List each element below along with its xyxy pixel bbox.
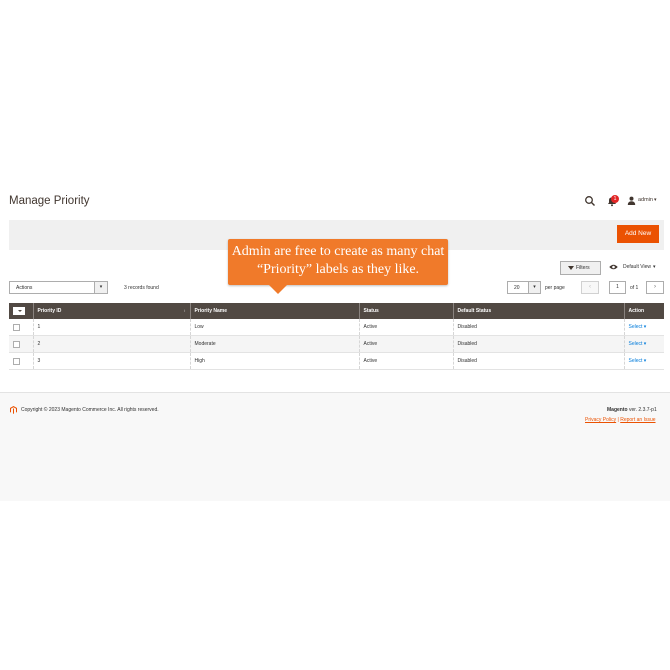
cell-priority-id: 2 <box>32 335 190 353</box>
copyright-text: Copyright © 2023 Magento Commerce Inc. A… <box>21 407 159 413</box>
actions-label: Actions <box>16 285 33 291</box>
callout-pointer <box>268 284 288 294</box>
cell-action[interactable]: Select ▾ <box>623 352 664 370</box>
row-checkbox[interactable] <box>13 357 20 365</box>
row-checkbox[interactable] <box>13 323 20 331</box>
chevron-down-icon[interactable]: ▾ <box>642 358 647 364</box>
callout-line-2: “Priority” labels as they like. <box>256 262 420 277</box>
version-text: ver. 2.3.7-p1 <box>627 407 657 413</box>
user-menu-caret-icon[interactable]: ▾ <box>654 197 657 203</box>
view-caret-icon[interactable]: ▾ <box>653 264 656 270</box>
cell-action[interactable]: Select ▾ <box>623 319 664 336</box>
row-checkbox[interactable] <box>13 340 20 348</box>
user-icon[interactable] <box>627 196 636 205</box>
filter-icon <box>568 265 574 270</box>
mass-select-icon[interactable] <box>13 307 25 315</box>
footer-link-separator: | <box>617 417 619 423</box>
privacy-policy-link[interactable]: Privacy Policy <box>585 417 616 423</box>
chevron-down-icon[interactable]: ▾ <box>94 282 107 293</box>
add-new-button[interactable]: Add New <box>617 225 659 243</box>
per-page-select[interactable]: 20 ▾ <box>507 281 541 294</box>
search-icon[interactable] <box>584 195 596 207</box>
row-action-select[interactable]: Select <box>629 341 643 347</box>
table-row[interactable]: 1 Low Active Disabled Select ▾ <box>9 319 664 336</box>
filters-button[interactable]: Filters <box>560 261 601 275</box>
footer-links: Privacy Policy | Report an Issue <box>585 417 656 423</box>
filters-label: Filters <box>576 265 590 271</box>
previous-page-button[interactable]: ‹ <box>581 281 599 294</box>
sort-icon[interactable]: ↕ <box>184 308 186 313</box>
eye-icon[interactable] <box>609 264 618 270</box>
cell-action[interactable]: Select ▾ <box>623 335 664 353</box>
current-page-input[interactable]: 1 <box>609 281 626 294</box>
per-page-chevron-icon[interactable]: ▾ <box>528 282 540 293</box>
column-header-default-status[interactable]: Default Status <box>452 303 624 319</box>
column-header-status[interactable]: Status <box>358 303 453 319</box>
annotation-callout: Admin are free to create as many chat “P… <box>228 239 448 285</box>
table-row[interactable]: 3 High Active Disabled Select ▾ <box>9 352 664 370</box>
cell-priority-id: 3 <box>32 352 190 370</box>
cell-default-status: Disabled <box>452 335 624 353</box>
total-pages-label: of 1 <box>630 285 639 291</box>
magento-brand: Magento <box>607 407 628 413</box>
cell-status: Active <box>358 319 453 336</box>
cell-priority-name: Low <box>189 319 359 336</box>
table-row[interactable]: 2 Moderate Active Disabled Select ▾ <box>9 335 664 353</box>
default-view-selector[interactable]: Default View <box>623 264 651 270</box>
row-action-select[interactable]: Select <box>629 324 643 330</box>
per-page-value: 20 <box>514 285 520 291</box>
priority-grid: Priority ID ↕ Priority Name Status Defaul… <box>9 303 664 370</box>
magento-logo-icon <box>10 406 17 414</box>
magento-version: Magento ver. 2.3.7-p1 <box>607 407 657 413</box>
row-action-select[interactable]: Select <box>629 358 643 364</box>
cell-status: Active <box>358 335 453 353</box>
chevron-down-icon[interactable]: ▾ <box>642 341 647 347</box>
cell-priority-name: High <box>189 352 359 370</box>
callout-line-1: Admin are free to create as many chat <box>231 244 445 259</box>
chevron-down-icon[interactable]: ▾ <box>642 324 647 330</box>
select-all-checkbox[interactable] <box>9 303 33 319</box>
column-header-priority-id[interactable]: Priority ID ↕ <box>32 303 190 319</box>
next-page-button[interactable]: › <box>646 281 664 294</box>
user-menu-name[interactable]: admin <box>638 197 653 203</box>
column-header-action: Action <box>623 303 664 319</box>
grid-header-row: Priority ID ↕ Priority Name Status Defaul… <box>9 303 664 319</box>
page-title: Manage Priority <box>9 195 90 207</box>
cell-status: Active <box>358 352 453 370</box>
notification-count-badge: 1 <box>611 195 619 203</box>
column-header-priority-name[interactable]: Priority Name <box>189 303 359 319</box>
cell-priority-id: 1 <box>32 319 190 336</box>
report-issue-link[interactable]: Report an Issue <box>620 417 655 423</box>
cell-default-status: Disabled <box>452 319 624 336</box>
cell-default-status: Disabled <box>452 352 624 370</box>
records-found: 3 records found <box>124 285 159 291</box>
per-page-label: per page <box>545 285 565 291</box>
column-header-label: Priority ID <box>37 308 62 314</box>
mass-actions-dropdown[interactable]: Actions ▾ <box>9 281 108 294</box>
cell-priority-name: Moderate <box>189 335 359 353</box>
